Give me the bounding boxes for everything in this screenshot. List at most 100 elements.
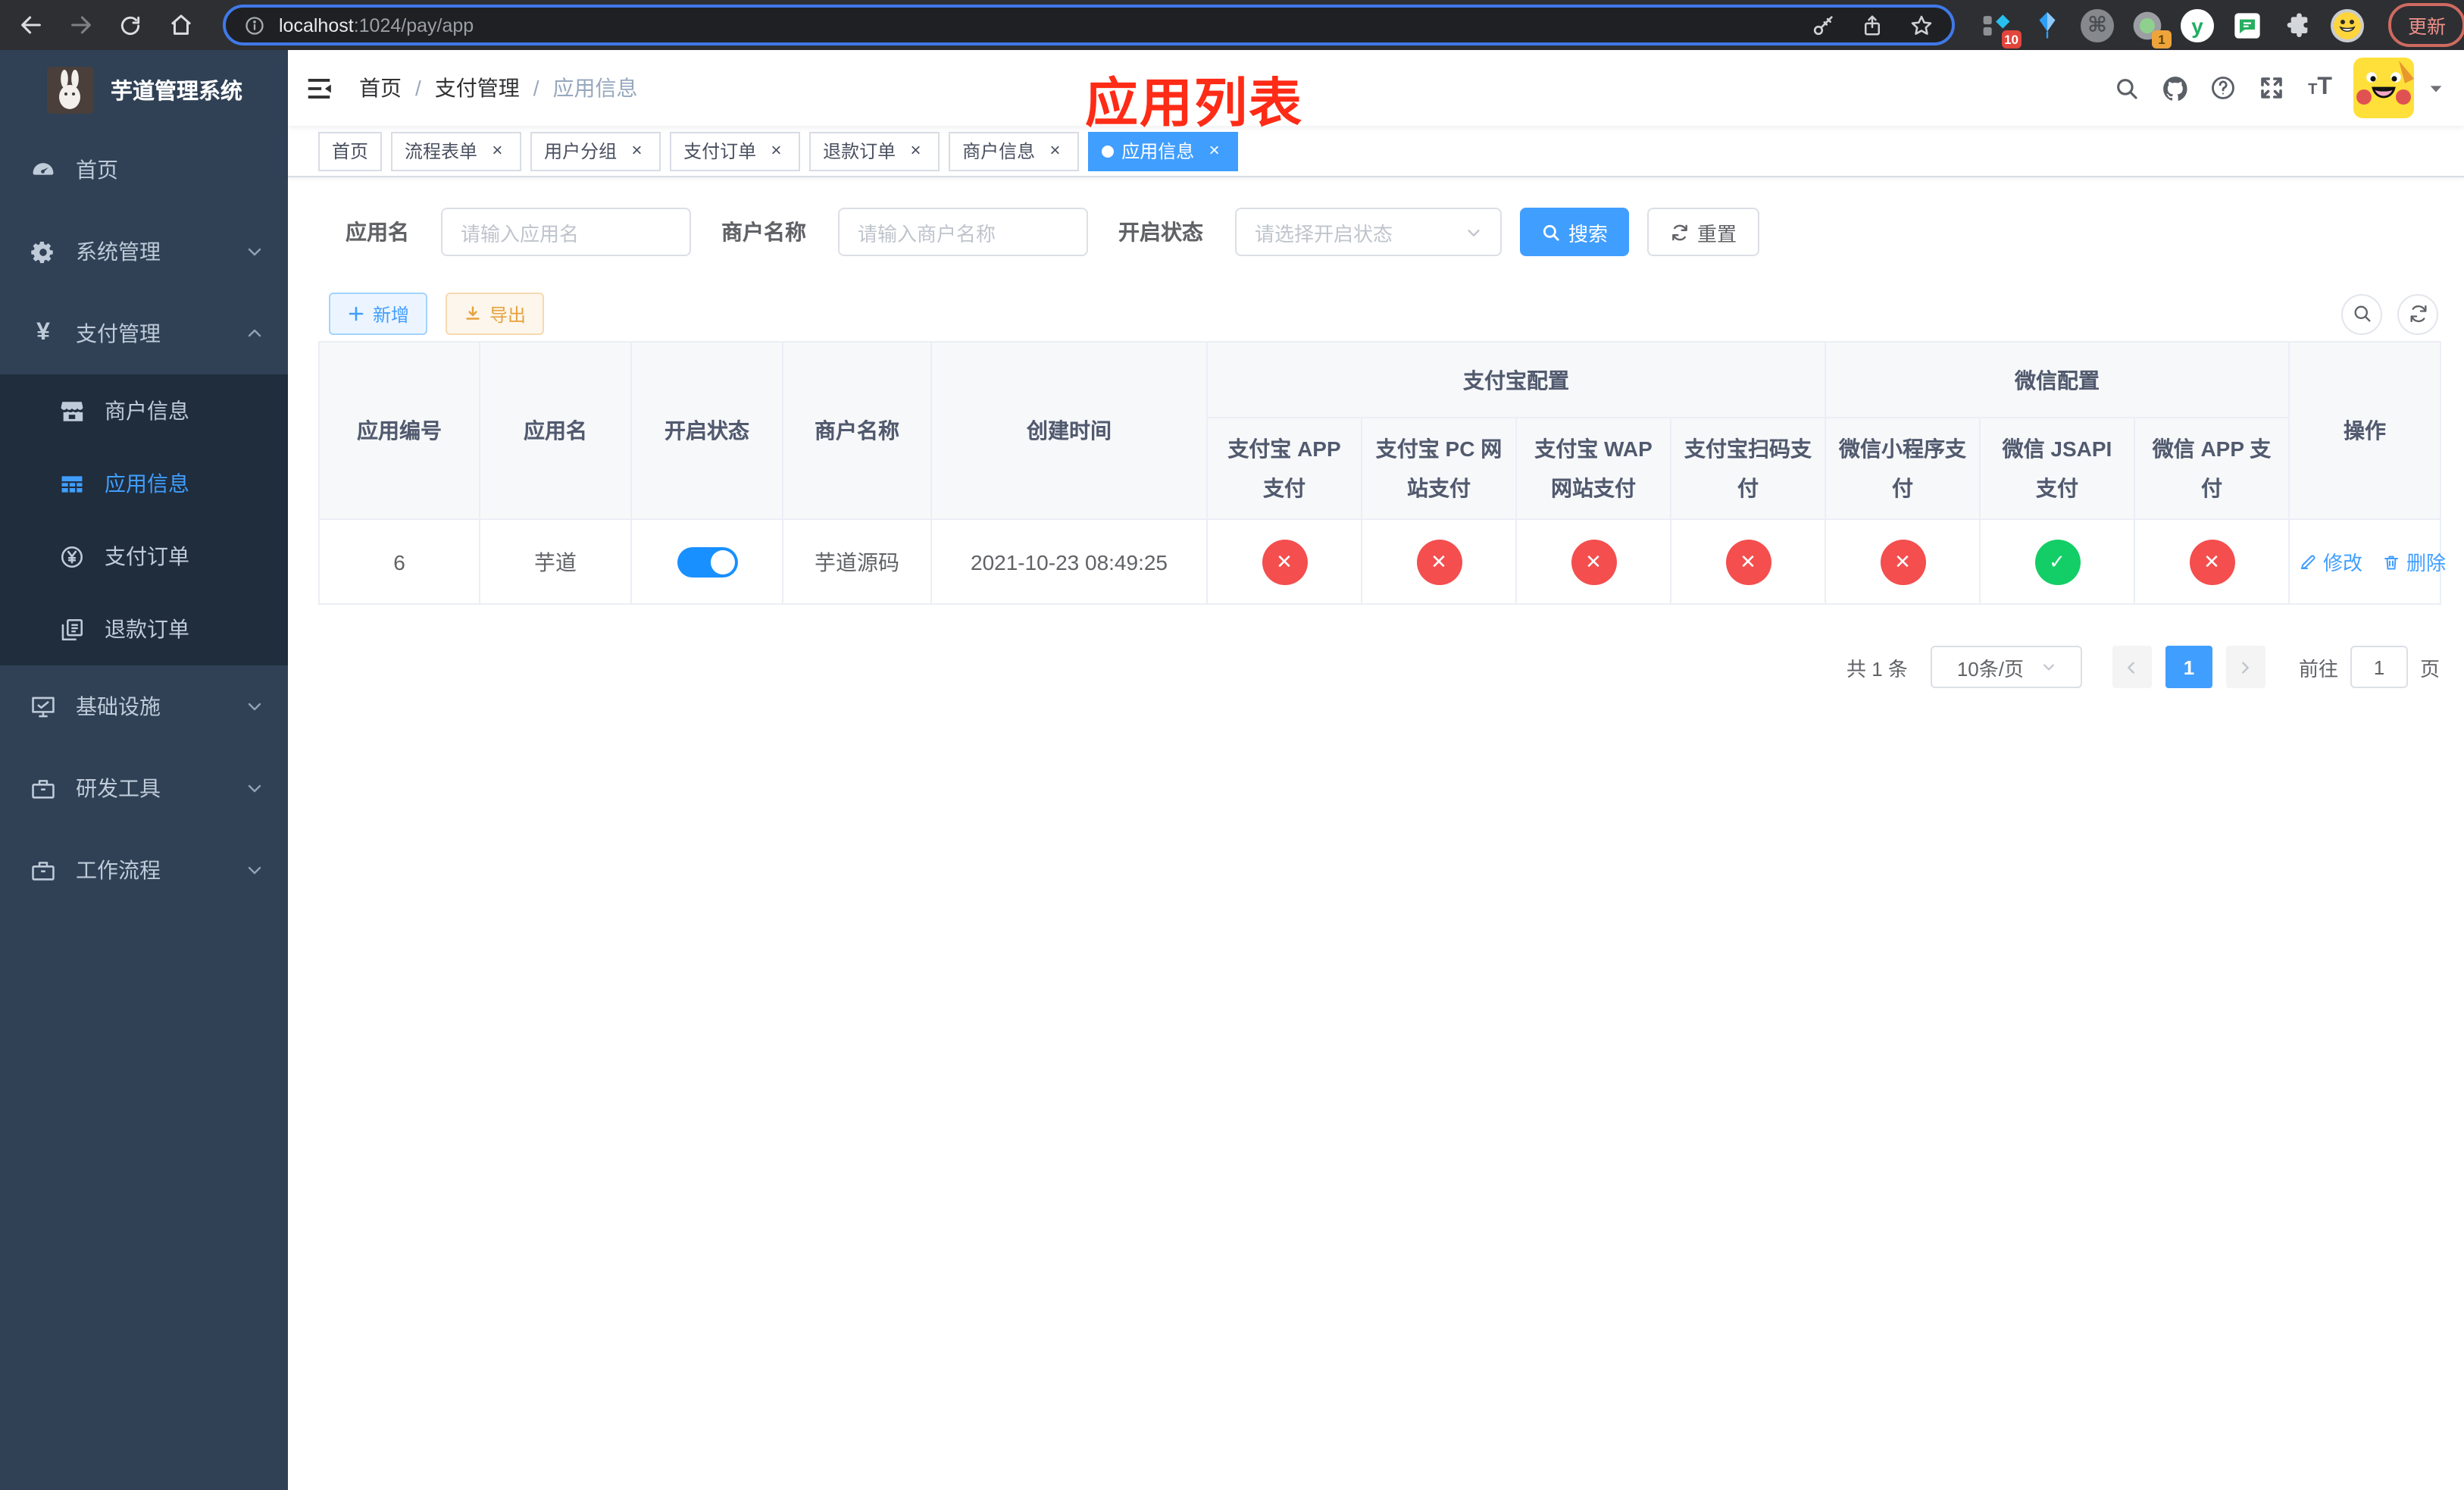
- reset-button[interactable]: 重置: [1647, 208, 1760, 256]
- browser-forward-icon[interactable]: [61, 5, 100, 45]
- browser-reload-icon[interactable]: [111, 5, 150, 45]
- merchant-name-label: 商户名称: [721, 220, 806, 244]
- breadcrumb: 首页 / 支付管理 / 应用信息: [359, 73, 638, 103]
- page-size-select[interactable]: 10条/页: [1930, 646, 2082, 688]
- tab-close-icon[interactable]: ×: [1203, 139, 1224, 161]
- status-label: 开启状态: [1118, 220, 1203, 244]
- sidebar-item-system[interactable]: 系统管理: [0, 211, 288, 293]
- tab-refund-orders[interactable]: 退款订单 ×: [809, 131, 940, 171]
- yen-icon: ¥: [36, 320, 50, 346]
- github-icon[interactable]: [2150, 64, 2199, 112]
- browser-extensions: 10 ⌘ 1 y: [1979, 7, 2379, 48]
- status-toggle[interactable]: [677, 546, 737, 577]
- documents-icon: [59, 616, 85, 642]
- delete-link[interactable]: 删除: [2382, 547, 2446, 576]
- tab-close-icon[interactable]: ×: [486, 139, 508, 161]
- chevron-down-icon: [245, 861, 264, 879]
- cell-created: 2021-10-23 08:49:25: [930, 518, 1208, 605]
- fullscreen-icon[interactable]: [2247, 64, 2296, 112]
- site-info-icon[interactable]: [244, 14, 265, 36]
- extension-kite-icon[interactable]: [2029, 7, 2065, 43]
- prev-page-button[interactable]: [2112, 646, 2152, 688]
- font-size-icon[interactable]: TT: [2296, 64, 2344, 112]
- breadcrumb-payment[interactable]: 支付管理: [435, 73, 520, 103]
- search-button[interactable]: 搜索: [1520, 208, 1630, 256]
- refresh-table-icon[interactable]: [2397, 293, 2438, 334]
- header-search-icon[interactable]: [2102, 64, 2150, 112]
- extension-command-icon[interactable]: ⌘: [2079, 7, 2115, 43]
- app-name-input[interactable]: 请输入应用名: [441, 208, 691, 256]
- help-docs-icon[interactable]: [2199, 64, 2247, 112]
- tab-close-icon[interactable]: ×: [1044, 139, 1065, 161]
- extensions-puzzle-icon[interactable]: [2279, 7, 2315, 43]
- show-search-toggle-icon[interactable]: [2341, 293, 2382, 334]
- sidebar-item-refund-orders[interactable]: 退款订单: [0, 593, 288, 665]
- cell-app-name: 芋道: [479, 518, 632, 605]
- status-select[interactable]: 请选择开启状态: [1235, 208, 1502, 256]
- col-merchant: 商户名称: [782, 341, 932, 520]
- extension-recorder-icon[interactable]: 1: [2129, 7, 2172, 48]
- page-number-1[interactable]: 1: [2165, 646, 2212, 688]
- edit-link[interactable]: 修改: [2299, 547, 2362, 576]
- col-app-name: 应用名: [479, 341, 632, 520]
- sidebar-item-home[interactable]: 首页: [0, 129, 288, 211]
- user-avatar[interactable]: [2353, 58, 2414, 118]
- share-icon[interactable]: [1861, 13, 1884, 37]
- page-unit-label: 页: [2419, 657, 2440, 680]
- browser-update-button[interactable]: 更新: [2388, 3, 2464, 47]
- tab-close-icon[interactable]: ×: [626, 139, 647, 161]
- extension-chat-icon[interactable]: [2229, 7, 2265, 43]
- sidebar-item-pay-orders[interactable]: 支付订单: [0, 520, 288, 593]
- tab-process-form[interactable]: 流程表单 ×: [391, 131, 522, 171]
- export-button[interactable]: 导出: [446, 293, 545, 335]
- sidebar-item-app-info[interactable]: 应用信息: [0, 447, 288, 520]
- url-text[interactable]: localhost:1024/pay/app: [279, 14, 474, 36]
- search-form: 应用名 请输入应用名 商户名称 请输入商户名称 开启状态 请选择开启状态 搜索 …: [318, 208, 2440, 256]
- tab-close-icon[interactable]: ×: [765, 139, 786, 161]
- avatar-caret-icon[interactable]: [2428, 80, 2444, 96]
- sidebar-item-payment[interactable]: ¥ 支付管理: [0, 293, 288, 374]
- browser-toolbar: localhost:1024/pay/app 10 ⌘ 1 y 更新: [0, 0, 2464, 50]
- toolbox-icon: [30, 775, 56, 801]
- tab-close-icon[interactable]: ×: [905, 139, 926, 161]
- add-button[interactable]: 新增: [329, 293, 428, 335]
- app-name-label: 应用名: [346, 220, 409, 244]
- breadcrumb-current: 应用信息: [552, 76, 638, 100]
- wechat-mini-status-icon: ✕: [1880, 539, 1925, 584]
- tab-merchant-info[interactable]: 商户信息 ×: [949, 131, 1080, 171]
- breadcrumb-home[interactable]: 首页: [359, 73, 402, 103]
- goto-page-input[interactable]: 1: [2350, 646, 2408, 688]
- bookmark-star-icon[interactable]: [1909, 13, 1934, 37]
- browser-home-icon[interactable]: [161, 5, 200, 45]
- chevron-down-icon: [245, 697, 264, 715]
- alipay-pc-status-icon: ✕: [1416, 539, 1462, 584]
- sidebar-item-dev-tools[interactable]: 研发工具: [0, 747, 288, 829]
- tab-user-group[interactable]: 用户分组 ×: [530, 131, 661, 171]
- next-page-button[interactable]: [2225, 646, 2265, 688]
- extension-pinned-icon[interactable]: 10: [1979, 7, 2022, 48]
- tab-pay-orders[interactable]: 支付订单 ×: [670, 131, 801, 171]
- password-key-icon[interactable]: [1811, 13, 1835, 37]
- grid-table-icon: [59, 471, 85, 496]
- table-row: 6 芋道 芋道源码 2021-10-23 08:49:25 ✕ ✕ ✕ ✕ ✕: [318, 518, 2446, 605]
- coin-yen-icon: [59, 543, 85, 569]
- browser-back-icon[interactable]: [11, 5, 50, 45]
- extension-y-icon[interactable]: y: [2179, 7, 2215, 43]
- app-logo[interactable]: 芋道管理系统: [0, 50, 288, 129]
- col-app-id: 应用编号: [318, 341, 480, 520]
- address-bar[interactable]: localhost:1024/pay/app: [223, 5, 1955, 45]
- chevron-down-icon: [245, 243, 264, 261]
- sidebar-item-workflow[interactable]: 工作流程: [0, 829, 288, 911]
- col-wechat-mini: 微信小程序支付: [1825, 417, 1981, 520]
- briefcase-icon: [30, 857, 56, 883]
- merchant-name-input[interactable]: 请输入商户名称: [838, 208, 1088, 256]
- page-content: 应用名 请输入应用名 商户名称 请输入商户名称 开启状态 请选择开启状态 搜索 …: [288, 177, 2464, 688]
- wechat-app-status-icon: ✕: [2189, 539, 2234, 584]
- sidebar-collapse-icon[interactable]: [288, 74, 347, 102]
- top-navbar: 首页 / 支付管理 / 应用信息 TT: [288, 50, 2464, 126]
- browser-profile-avatar[interactable]: [2329, 7, 2366, 43]
- sidebar-item-merchant-info[interactable]: 商户信息: [0, 374, 288, 447]
- sidebar-item-infrastructure[interactable]: 基础设施: [0, 665, 288, 747]
- col-status: 开启状态: [630, 341, 783, 520]
- tab-home[interactable]: 首页×: [318, 131, 383, 171]
